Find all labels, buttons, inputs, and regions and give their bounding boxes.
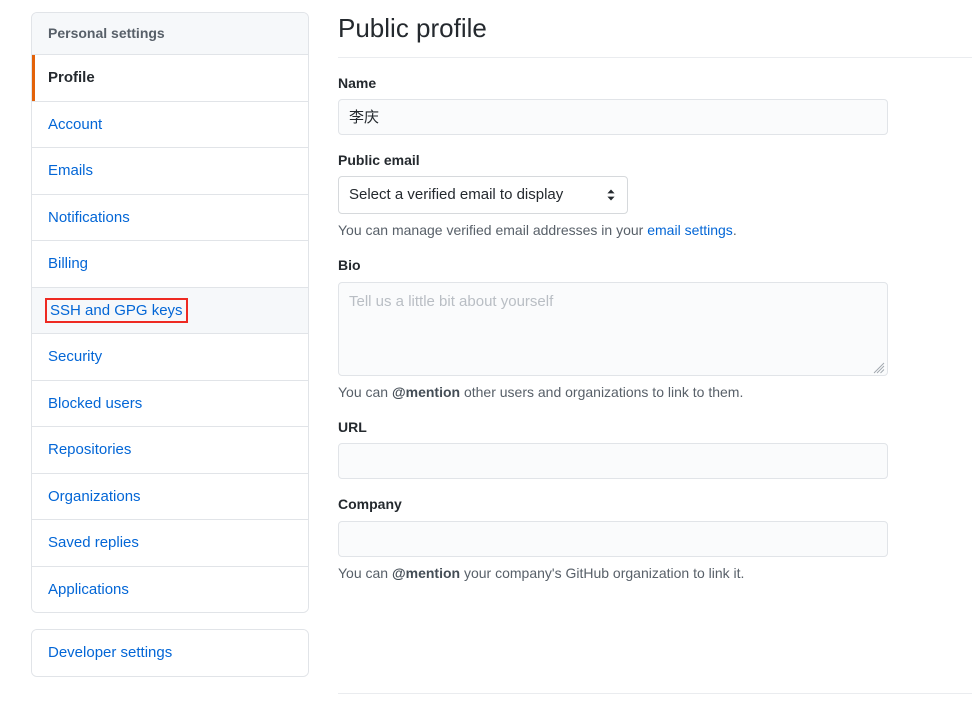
sidebar-item-label: Applications	[48, 581, 129, 598]
public-email-selected-value: Select a verified email to display	[349, 185, 601, 205]
field-group-bio: Bio You can @mention other users and org…	[338, 256, 972, 402]
bottom-divider	[338, 693, 972, 694]
bio-help-mention: @mention	[392, 384, 460, 400]
sidebar-item-billing[interactable]: Billing	[32, 241, 308, 288]
sidebar-item-label: Profile	[48, 69, 95, 86]
company-input[interactable]	[338, 521, 888, 557]
name-input[interactable]	[338, 99, 888, 135]
bio-textarea-wrapper	[338, 282, 888, 376]
sidebar-item-profile[interactable]: Profile	[32, 55, 308, 102]
public-email-help-text: You can manage verified email addresses …	[338, 221, 972, 241]
sidebar-item-label: Notifications	[48, 209, 130, 226]
chevron-up-down-icon	[605, 187, 617, 203]
email-settings-link[interactable]: email settings	[647, 222, 733, 238]
public-email-help-suffix: .	[733, 222, 737, 238]
sidebar-item-developer-settings[interactable]: Developer settings	[32, 630, 308, 676]
public-email-select[interactable]: Select a verified email to display	[338, 176, 628, 214]
settings-sidebar: Personal settings Profile Account Emails…	[31, 12, 309, 677]
company-label: Company	[338, 495, 972, 513]
bio-label: Bio	[338, 256, 972, 274]
sidebar-item-label: SSH and GPG keys	[48, 301, 185, 321]
personal-settings-nav: Personal settings Profile Account Emails…	[31, 12, 309, 613]
sidebar-item-label: Saved replies	[48, 534, 139, 551]
field-group-company: Company You can @mention your company's …	[338, 495, 972, 583]
sidebar-item-account[interactable]: Account	[32, 102, 308, 149]
sidebar-item-saved-replies[interactable]: Saved replies	[32, 520, 308, 567]
main-content: Public profile Name Public email Select …	[338, 12, 972, 583]
company-help-mention: @mention	[392, 565, 460, 581]
sidebar-item-label: Security	[48, 348, 102, 365]
company-help-suffix: your company's GitHub organization to li…	[460, 565, 744, 581]
sidebar-item-label: Billing	[48, 255, 88, 272]
bio-help-text: You can @mention other users and organiz…	[338, 383, 972, 403]
sidebar-item-ssh-and-gpg-keys[interactable]: SSH and GPG keys	[32, 288, 308, 335]
public-email-select-wrapper: Select a verified email to display	[338, 176, 628, 214]
sidebar-item-label: Blocked users	[48, 395, 142, 412]
company-help-text: You can @mention your company's GitHub o…	[338, 564, 972, 584]
title-divider	[338, 57, 972, 58]
sidebar-item-emails[interactable]: Emails	[32, 148, 308, 195]
bio-help-prefix: You can	[338, 384, 392, 400]
sidebar-item-repositories[interactable]: Repositories	[32, 427, 308, 474]
company-help-prefix: You can	[338, 565, 392, 581]
settings-page: Personal settings Profile Account Emails…	[0, 0, 972, 707]
sidebar-item-label: Developer settings	[48, 644, 172, 661]
bio-textarea[interactable]	[338, 282, 888, 376]
developer-settings-nav: Developer settings	[31, 629, 309, 677]
sidebar-header: Personal settings	[32, 13, 308, 55]
sidebar-item-notifications[interactable]: Notifications	[32, 195, 308, 242]
sidebar-item-applications[interactable]: Applications	[32, 567, 308, 613]
sidebar-item-label: Organizations	[48, 488, 141, 505]
public-email-help-prefix: You can manage verified email addresses …	[338, 222, 647, 238]
page-title: Public profile	[338, 12, 972, 57]
sidebar-item-blocked-users[interactable]: Blocked users	[32, 381, 308, 428]
field-group-public-email: Public email Select a verified email to …	[338, 151, 972, 241]
public-email-label: Public email	[338, 151, 972, 169]
url-input[interactable]	[338, 443, 888, 479]
sidebar-item-organizations[interactable]: Organizations	[32, 474, 308, 521]
url-label: URL	[338, 418, 972, 436]
bio-help-suffix: other users and organizations to link to…	[460, 384, 743, 400]
sidebar-item-label: Account	[48, 116, 102, 133]
field-group-name: Name	[338, 74, 972, 135]
sidebar-item-security[interactable]: Security	[32, 334, 308, 381]
field-group-url: URL	[338, 418, 972, 479]
sidebar-item-label: Emails	[48, 162, 93, 179]
name-label: Name	[338, 74, 972, 92]
sidebar-item-label: Repositories	[48, 441, 131, 458]
